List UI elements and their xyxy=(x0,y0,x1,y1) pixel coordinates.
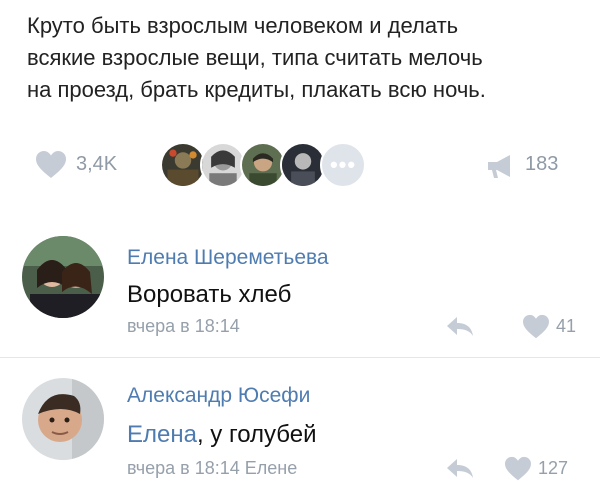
views-count: 183 xyxy=(525,153,559,175)
comment-text: Елена, у голубей xyxy=(127,421,317,449)
post-text-line: всякие взрослые вещи, типа считать мелоч… xyxy=(27,45,483,70)
comment-text-rest: , у голубей xyxy=(196,421,317,448)
post-text-line: на проезд, брать кредиты, плакать всю но… xyxy=(27,77,486,102)
heart-icon[interactable] xyxy=(522,314,550,340)
avatar[interactable] xyxy=(22,236,104,318)
comment-author[interactable]: Александр Юсефи xyxy=(127,384,310,408)
reply-icon[interactable] xyxy=(445,457,475,479)
more-likers-button[interactable]: ••• xyxy=(320,142,366,188)
comment-text: Воровать хлеб xyxy=(127,281,292,308)
heart-icon[interactable] xyxy=(35,150,67,180)
post-text: Круто быть взрослым человеком и делать в… xyxy=(27,10,587,106)
like-count[interactable]: 3,4K xyxy=(76,153,117,176)
megaphone-icon xyxy=(488,155,510,178)
post-stats: 3,4K ••• 183 xyxy=(0,140,600,190)
heart-icon[interactable] xyxy=(504,456,532,482)
more-likers-label: ••• xyxy=(329,152,357,177)
reply-icon[interactable] xyxy=(445,315,475,337)
comment-timestamp: вчера в 18:14 Елене xyxy=(127,458,298,478)
comment-author[interactable]: Елена Шереметьева xyxy=(127,246,329,270)
comment-like-count[interactable]: 41 xyxy=(556,316,576,337)
mention-link[interactable]: Елена xyxy=(127,421,197,448)
avatar[interactable] xyxy=(22,378,104,460)
divider xyxy=(0,357,600,358)
comment-like-count[interactable]: 127 xyxy=(538,458,568,479)
post-text-line: Круто быть взрослым человеком и делать xyxy=(27,13,459,38)
comment-timestamp: вчера в 18:14 xyxy=(127,316,240,336)
